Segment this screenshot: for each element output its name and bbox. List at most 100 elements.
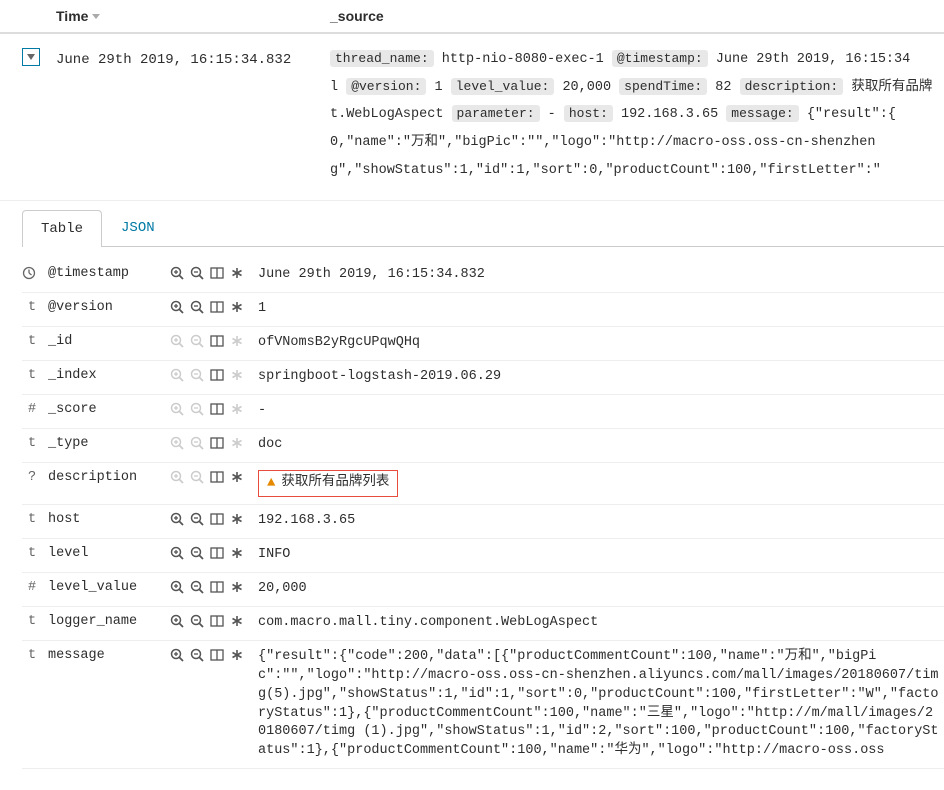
toggle-column-icon[interactable] xyxy=(210,546,224,560)
field-tag-host: host: xyxy=(564,105,613,122)
filter-for-value-icon[interactable] xyxy=(170,436,184,450)
filter-out-value-icon[interactable] xyxy=(190,546,204,560)
filter-for-value-icon[interactable] xyxy=(170,470,184,484)
exists-filter-icon[interactable] xyxy=(230,266,244,280)
exists-filter-icon[interactable] xyxy=(230,648,244,662)
field-tag-description: description: xyxy=(740,78,844,95)
field-actions xyxy=(162,648,258,662)
field-name: level_value xyxy=(42,580,162,595)
field-row: #_score - xyxy=(22,395,944,429)
filter-for-value-icon[interactable] xyxy=(170,368,184,382)
field-detail-table: @timestampJune 29th 2019, 16:15:34.832t@… xyxy=(22,259,944,769)
toggle-column-icon[interactable] xyxy=(210,580,224,594)
filter-for-value-icon[interactable] xyxy=(170,266,184,280)
filter-out-value-icon[interactable] xyxy=(190,334,204,348)
field-value: com.macro.mall.tiny.component.WebLogAspe… xyxy=(258,614,944,633)
field-row: t@version1 xyxy=(22,293,944,327)
filter-out-value-icon[interactable] xyxy=(190,614,204,628)
filter-for-value-icon[interactable] xyxy=(170,512,184,526)
filter-out-value-icon[interactable] xyxy=(190,402,204,416)
field-actions xyxy=(162,266,258,280)
column-header-time[interactable]: Time xyxy=(44,8,330,24)
filter-out-value-icon[interactable] xyxy=(190,512,204,526)
toggle-column-icon[interactable] xyxy=(210,402,224,416)
field-name: @timestamp xyxy=(42,266,162,281)
field-actions xyxy=(162,300,258,314)
toggle-column-icon[interactable] xyxy=(210,368,224,382)
toggle-column-icon[interactable] xyxy=(210,614,224,628)
highlighted-value: ▲获取所有品牌列表 xyxy=(258,470,398,498)
field-type-icon: # xyxy=(22,580,42,595)
field-tag-thread-name: thread_name: xyxy=(330,50,434,67)
field-actions xyxy=(162,470,258,484)
toggle-column-icon[interactable] xyxy=(210,334,224,348)
exists-filter-icon[interactable] xyxy=(230,580,244,594)
exists-filter-icon[interactable] xyxy=(230,512,244,526)
filter-for-value-icon[interactable] xyxy=(170,580,184,594)
field-actions xyxy=(162,436,258,450)
filter-out-value-icon[interactable] xyxy=(190,648,204,662)
tab-table[interactable]: Table xyxy=(22,210,102,247)
filter-for-value-icon[interactable] xyxy=(170,614,184,628)
filter-out-value-icon[interactable] xyxy=(190,266,204,280)
row-time-value: June 29th 2019, 16:15:34.832 xyxy=(44,46,330,184)
field-actions xyxy=(162,402,258,416)
toggle-column-icon[interactable] xyxy=(210,648,224,662)
filter-out-value-icon[interactable] xyxy=(190,580,204,594)
field-value: ▲获取所有品牌列表 xyxy=(258,470,944,498)
field-type-icon: t xyxy=(22,436,42,451)
field-value: - xyxy=(258,402,944,421)
field-actions xyxy=(162,546,258,560)
field-value: springboot-logstash-2019.06.29 xyxy=(258,368,944,387)
filter-for-value-icon[interactable] xyxy=(170,300,184,314)
field-tag-version: @version: xyxy=(346,78,426,95)
expand-row-button[interactable] xyxy=(22,48,40,66)
exists-filter-icon[interactable] xyxy=(230,334,244,348)
exists-filter-icon[interactable] xyxy=(230,546,244,560)
toggle-column-icon[interactable] xyxy=(210,300,224,314)
table-header: Time _source xyxy=(0,0,944,34)
toggle-column-icon[interactable] xyxy=(210,436,224,450)
exists-filter-icon[interactable] xyxy=(230,402,244,416)
exists-filter-icon[interactable] xyxy=(230,614,244,628)
column-label: _source xyxy=(330,8,384,24)
field-name: message xyxy=(42,648,162,663)
field-row: ?description ▲获取所有品牌列表 xyxy=(22,463,944,506)
field-name: host xyxy=(42,512,162,527)
toggle-column-icon[interactable] xyxy=(210,266,224,280)
field-actions xyxy=(162,368,258,382)
filter-out-value-icon[interactable] xyxy=(190,470,204,484)
toggle-column-icon[interactable] xyxy=(210,470,224,484)
field-value: {"result":{"code":200,"data":[{"productC… xyxy=(258,648,944,761)
field-tag-message: message: xyxy=(726,105,798,122)
field-actions xyxy=(162,580,258,594)
column-header-source[interactable]: _source xyxy=(330,8,944,24)
field-type-icon: ? xyxy=(22,470,42,485)
filter-for-value-icon[interactable] xyxy=(170,648,184,662)
filter-for-value-icon[interactable] xyxy=(170,402,184,416)
tab-json[interactable]: JSON xyxy=(102,209,174,246)
detail-tabs: Table JSON xyxy=(22,209,944,247)
exists-filter-icon[interactable] xyxy=(230,368,244,382)
exists-filter-icon[interactable] xyxy=(230,300,244,314)
sort-desc-icon xyxy=(92,14,100,19)
field-type-icon: t xyxy=(22,512,42,527)
field-name: _score xyxy=(42,402,162,417)
field-type-icon: t xyxy=(22,334,42,349)
field-type-icon: t xyxy=(22,614,42,629)
filter-for-value-icon[interactable] xyxy=(170,546,184,560)
field-name: _id xyxy=(42,334,162,349)
filter-out-value-icon[interactable] xyxy=(190,300,204,314)
toggle-column-icon[interactable] xyxy=(210,512,224,526)
exists-filter-icon[interactable] xyxy=(230,470,244,484)
field-name: _type xyxy=(42,436,162,451)
filter-out-value-icon[interactable] xyxy=(190,368,204,382)
field-value: ofVNomsB2yRgcUPqwQHq xyxy=(258,334,944,353)
field-name: description xyxy=(42,470,162,485)
field-tag-level-value: level_value: xyxy=(451,78,555,95)
filter-out-value-icon[interactable] xyxy=(190,436,204,450)
field-type-icon: t xyxy=(22,648,42,663)
field-row: t_typedoc xyxy=(22,429,944,463)
filter-for-value-icon[interactable] xyxy=(170,334,184,348)
exists-filter-icon[interactable] xyxy=(230,436,244,450)
